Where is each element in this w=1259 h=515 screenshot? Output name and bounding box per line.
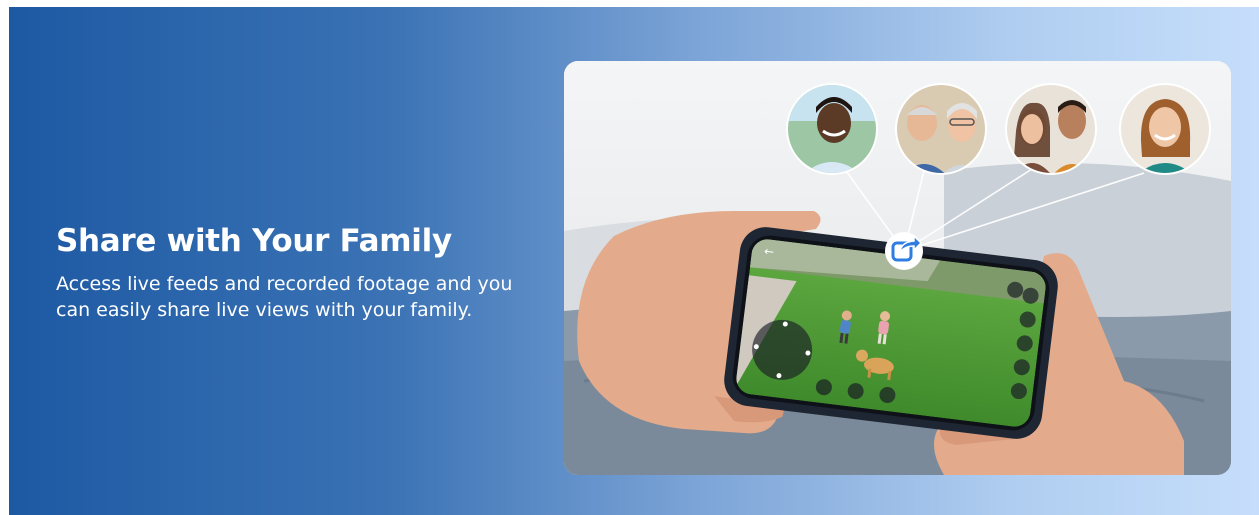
share-icon <box>885 232 923 270</box>
feature-photo: ← <box>564 61 1231 475</box>
feature-description: Access live feeds and recorded footage a… <box>56 273 513 321</box>
feature-copy: Share with Your Family Access live feeds… <box>56 223 526 323</box>
feature-title: Share with Your Family <box>56 223 452 259</box>
feature-banner: Share with Your Family Access live feeds… <box>9 7 1259 515</box>
sharing-illustration: ← <box>564 61 1231 475</box>
back-arrow-icon: ← <box>763 244 775 259</box>
